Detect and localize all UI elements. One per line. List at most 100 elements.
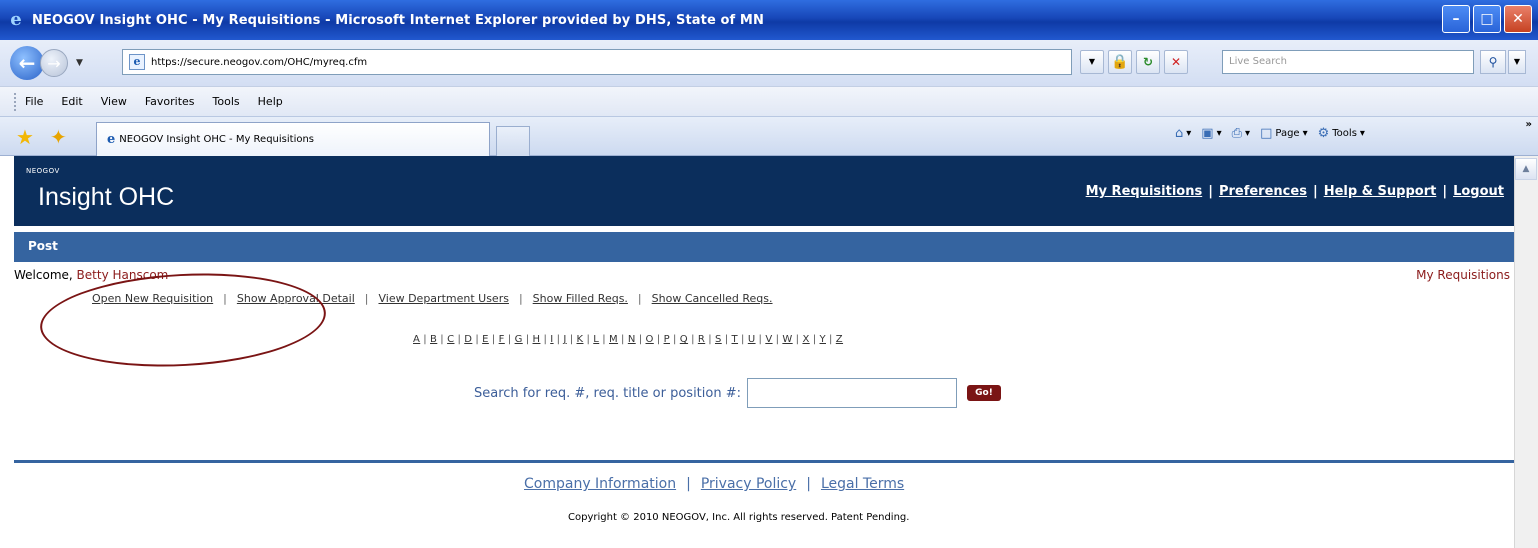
alpha-link-j[interactable]: J bbox=[563, 334, 566, 345]
view-department-users-link[interactable]: View Department Users bbox=[378, 292, 508, 305]
brand-small: NEOGOV bbox=[26, 167, 60, 175]
alpha-separator: | bbox=[829, 334, 833, 345]
site-logo[interactable]: Insight OHC bbox=[38, 183, 174, 212]
alpha-link-i[interactable]: I bbox=[550, 334, 553, 345]
feeds-button[interactable]: ▣ ▾ bbox=[1201, 126, 1221, 141]
scroll-up-arrow-icon[interactable]: ▲ bbox=[1515, 158, 1537, 180]
address-field[interactable]: e https://secure.neogov.com/OHC/myreq.cf… bbox=[122, 49, 1072, 75]
forward-button[interactable]: → bbox=[40, 49, 68, 77]
requisition-search: Search for req. #, req. title or positio… bbox=[474, 378, 1001, 408]
alpha-link-l[interactable]: L bbox=[593, 334, 599, 345]
alpha-link-v[interactable]: V bbox=[765, 334, 772, 345]
refresh-icon[interactable]: ↻ bbox=[1136, 50, 1160, 74]
tab-active[interactable]: e NEOGOV Insight OHC - My Requisitions bbox=[96, 122, 490, 156]
home-icon: ⌂ bbox=[1175, 126, 1184, 141]
alpha-link-b[interactable]: B bbox=[430, 334, 437, 345]
home-button[interactable]: ⌂ ▾ bbox=[1175, 126, 1191, 141]
ie-logo-icon: e bbox=[10, 9, 22, 30]
close-button[interactable]: ✕ bbox=[1504, 5, 1532, 33]
nav-preferences[interactable]: Preferences bbox=[1219, 184, 1307, 199]
alpha-separator: | bbox=[569, 334, 574, 345]
legal-terms-link[interactable]: Legal Terms bbox=[821, 476, 904, 492]
show-filled-reqs-link[interactable]: Show Filled Reqs. bbox=[533, 292, 628, 305]
nav-logout[interactable]: Logout bbox=[1453, 184, 1504, 199]
address-toolbar: ← → ▼ e https://secure.neogov.com/OHC/my… bbox=[0, 40, 1538, 86]
window-controls: – □ ✕ bbox=[1442, 5, 1532, 33]
privacy-policy-link[interactable]: Privacy Policy bbox=[701, 476, 796, 492]
alpha-separator: | bbox=[775, 334, 780, 345]
alpha-separator: | bbox=[507, 334, 512, 345]
menu-favorites[interactable]: Favorites bbox=[145, 95, 195, 108]
alpha-link-m[interactable]: M bbox=[609, 334, 618, 345]
alpha-link-h[interactable]: H bbox=[533, 334, 541, 345]
action-separator: | bbox=[364, 292, 369, 305]
add-favorites-icon[interactable]: ✦ bbox=[50, 125, 67, 149]
nav-help-support[interactable]: Help & Support bbox=[1324, 184, 1437, 199]
alpha-link-r[interactable]: R bbox=[698, 334, 705, 345]
alpha-link-u[interactable]: U bbox=[748, 334, 756, 345]
command-bar: ⌂ ▾ ▣ ▾ ⎙ ▾ □ Page ▾ ⚙ Tools ▾ bbox=[1175, 126, 1365, 141]
page-menu-icon: □ bbox=[1260, 126, 1273, 141]
requisition-search-input[interactable] bbox=[746, 378, 957, 408]
new-tab-button[interactable] bbox=[496, 126, 530, 156]
tools-menu-label: Tools bbox=[1332, 128, 1357, 139]
more-commands-chevron-icon[interactable]: » bbox=[1526, 119, 1532, 130]
site-header: NEOGOV ‏ Insight OHC My Requisitions|Pre… bbox=[14, 156, 1514, 226]
alpha-separator: | bbox=[741, 334, 745, 345]
search-options-chevron-icon[interactable]: ▼ bbox=[1508, 50, 1526, 74]
back-button[interactable]: ← bbox=[10, 46, 44, 80]
minimize-button[interactable]: – bbox=[1442, 5, 1470, 33]
subnav-post[interactable]: Post bbox=[28, 239, 58, 253]
alpha-link-q[interactable]: Q bbox=[680, 334, 688, 345]
tools-menu-button[interactable]: ⚙ Tools ▾ bbox=[1318, 126, 1365, 141]
alpha-link-e[interactable]: E bbox=[482, 334, 489, 345]
alpha-link-x[interactable]: X bbox=[802, 334, 809, 345]
alphabet-filter: A | B | C | D | E | F | G | H | I | J | K | L | M | N | O | P | Q | R | S | T |… bbox=[413, 334, 843, 345]
company-information-link[interactable]: Company Information bbox=[524, 476, 676, 492]
favorites-star-icon[interactable]: ★ bbox=[16, 125, 34, 149]
alpha-link-s[interactable]: S bbox=[715, 334, 722, 345]
alpha-link-y[interactable]: Y bbox=[819, 334, 826, 345]
page-menu-button[interactable]: □ Page ▾ bbox=[1260, 126, 1308, 141]
alpha-link-p[interactable]: P bbox=[664, 334, 670, 345]
alpha-link-g[interactable]: G bbox=[515, 334, 523, 345]
alpha-link-w[interactable]: W bbox=[782, 334, 792, 345]
go-button[interactable]: Go! bbox=[966, 385, 1001, 401]
alpha-link-n[interactable]: N bbox=[628, 334, 636, 345]
menu-tools[interactable]: Tools bbox=[213, 95, 240, 108]
alpha-separator: | bbox=[475, 334, 480, 345]
show-cancelled-reqs-link[interactable]: Show Cancelled Reqs. bbox=[652, 292, 773, 305]
address-dropdown-button[interactable]: ▼ bbox=[1080, 50, 1104, 74]
nav-my-requisitions[interactable]: My Requisitions bbox=[1086, 184, 1203, 199]
url-text[interactable]: https://secure.neogov.com/OHC/myreq.cfm bbox=[151, 57, 367, 68]
footer-separator: | bbox=[806, 476, 811, 492]
alpha-separator: | bbox=[423, 334, 428, 345]
alpha-link-a[interactable]: A bbox=[413, 334, 420, 345]
alpha-link-o[interactable]: O bbox=[646, 334, 654, 345]
nav-separator: | bbox=[1442, 184, 1448, 199]
live-search-input[interactable]: Live Search bbox=[1222, 50, 1474, 74]
alpha-link-z[interactable]: Z bbox=[836, 334, 843, 345]
print-button[interactable]: ⎙ ▾ bbox=[1232, 126, 1250, 141]
alpha-link-d[interactable]: D bbox=[464, 334, 472, 345]
alpha-link-k[interactable]: K bbox=[577, 334, 584, 345]
alpha-link-t[interactable]: T bbox=[732, 334, 739, 345]
history-dropdown-icon[interactable]: ▼ bbox=[76, 58, 83, 68]
menu-view[interactable]: View bbox=[101, 95, 127, 108]
maximize-button[interactable]: □ bbox=[1473, 5, 1501, 33]
lock-icon[interactable]: 🔒 bbox=[1108, 50, 1132, 74]
vertical-scrollbar[interactable]: ▲ bbox=[1514, 156, 1538, 548]
alpha-link-c[interactable]: C bbox=[447, 334, 454, 345]
alpha-separator: | bbox=[708, 334, 712, 345]
search-icon[interactable]: ⚲ bbox=[1480, 50, 1506, 74]
tab-label: NEOGOV Insight OHC - My Requisitions bbox=[119, 134, 315, 145]
menu-help[interactable]: Help bbox=[258, 95, 283, 108]
menu-file[interactable]: File bbox=[25, 95, 43, 108]
action-separator: | bbox=[637, 292, 642, 305]
menu-edit[interactable]: Edit bbox=[61, 95, 82, 108]
stop-icon[interactable]: ✕ bbox=[1164, 50, 1188, 74]
welcome-prefix: Welcome, bbox=[14, 268, 73, 282]
my-requisitions-link[interactable]: My Requisitions bbox=[1416, 268, 1510, 282]
alpha-link-f[interactable]: F bbox=[499, 334, 505, 345]
header-nav: My Requisitions | Preferences | Help & Suppo… bbox=[1086, 184, 1504, 199]
